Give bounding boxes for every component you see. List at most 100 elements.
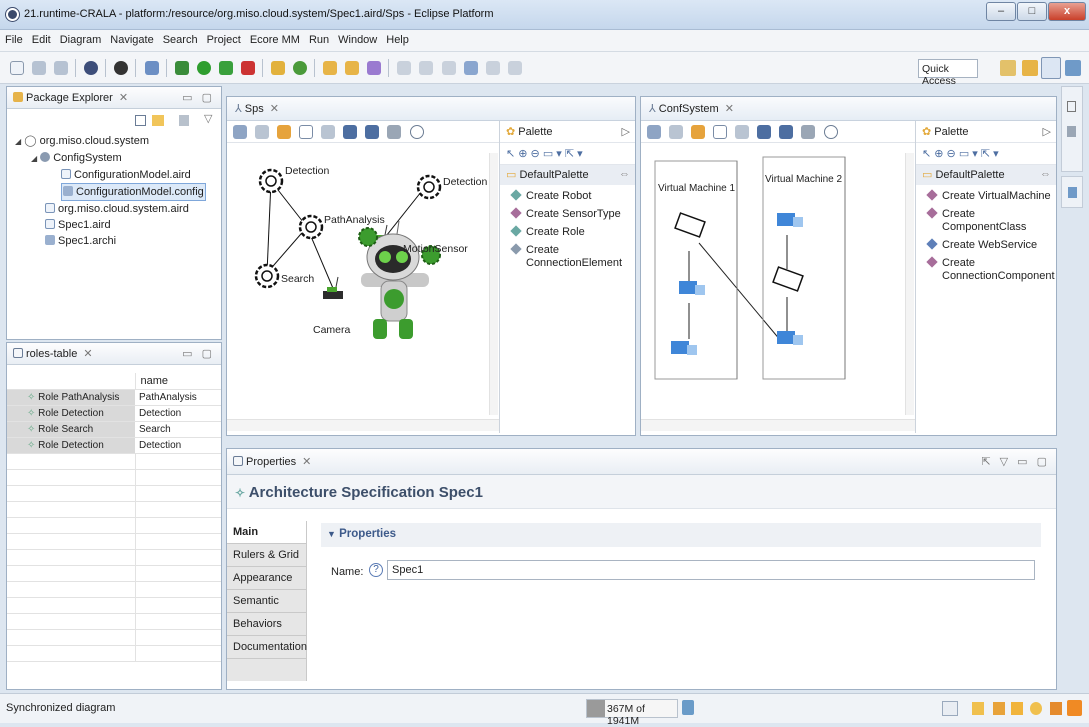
palette-item-create-sensortype[interactable]: Create SensorType <box>500 203 635 221</box>
open-resource-icon[interactable] <box>345 61 360 75</box>
tasks-icon[interactable] <box>1011 702 1023 715</box>
palette-item-create-robot[interactable]: Create Robot <box>500 185 635 203</box>
tree-item-configurationmodel-aird[interactable]: ConfigurationModel.aird <box>15 167 221 183</box>
collapse-all-icon[interactable] <box>135 115 146 126</box>
minimized-view-icon[interactable] <box>1068 187 1077 198</box>
palette-item-create-connectionelement[interactable]: Create ConnectionElement <box>500 239 635 270</box>
tree-item-spec1-aird[interactable]: Spec1.aird <box>15 217 221 233</box>
palette-tool-icons[interactable]: ↖ ⊕ ⊖ ▭ ▾ ⇱ ▾ <box>506 147 583 160</box>
filter-icon[interactable] <box>321 125 336 139</box>
palette-item-create-virtualmachine[interactable]: Create VirtualMachine <box>916 185 1056 203</box>
prev-annotation-icon[interactable] <box>419 61 434 75</box>
palette-item-create-role[interactable]: Create Role <box>500 221 635 239</box>
properties-section-header[interactable]: ▼ Properties <box>321 523 1041 547</box>
close-icon[interactable]: ✕ <box>119 92 128 104</box>
close-icon[interactable]: ✕ <box>725 103 734 115</box>
help-icon[interactable]: ? <box>369 563 383 577</box>
close-icon[interactable]: ✕ <box>270 103 279 115</box>
refresh-icon[interactable] <box>277 125 292 139</box>
pin-icon[interactable]: ⇔ <box>1040 168 1051 180</box>
webservice-icon[interactable] <box>671 341 697 355</box>
quick-access-input[interactable]: Quick Access <box>918 59 978 87</box>
gear-icon[interactable] <box>298 214 324 240</box>
tab-rulers-grid[interactable]: Rulers & Grid <box>227 544 306 567</box>
minimize-button[interactable]: – <box>986 2 1016 21</box>
palette-header[interactable]: ✿ Palette ▷ <box>500 121 635 143</box>
view-menu-icons[interactable]: ⇱ ▽ ▭ ▢ <box>981 455 1050 468</box>
vertical-scrollbar[interactable] <box>905 153 914 415</box>
package-explorer-tab[interactable]: Package Explorer ✕ ▭ ▢ <box>7 87 221 109</box>
name-input[interactable]: Spec1 <box>387 560 1035 580</box>
webservice-icon[interactable] <box>777 213 803 227</box>
palette-tool-icons[interactable]: ↖ ⊕ ⊖ ▭ ▾ ⇱ ▾ <box>922 147 999 160</box>
tree-item-configurationmodel-config[interactable]: ConfigurationModel.config <box>15 183 221 201</box>
error-log-icon[interactable] <box>1050 702 1062 715</box>
tab-main[interactable]: Main <box>227 521 306 544</box>
menu-navigate[interactable]: Navigate <box>105 30 157 46</box>
close-icon[interactable]: ✕ <box>83 348 92 360</box>
arrange-icon[interactable] <box>647 125 661 139</box>
menu-project[interactable]: Project <box>202 30 245 46</box>
palette-group[interactable]: ▭ DefaultPalette ⇔ <box>916 165 1056 185</box>
tab-appearance[interactable]: Appearance <box>227 567 306 590</box>
export-icon[interactable] <box>343 125 358 139</box>
webservice-icon[interactable] <box>777 331 803 345</box>
table-row[interactable]: ✧ Role Detection Detection <box>7 437 221 454</box>
restore-icon[interactable] <box>1067 101 1076 112</box>
maximize-button[interactable]: □ <box>1017 2 1047 21</box>
run-icon[interactable] <box>196 61 211 75</box>
menu-help[interactable]: Help <box>381 30 413 46</box>
vertical-scrollbar[interactable] <box>489 153 498 415</box>
webservice-icon[interactable] <box>679 281 705 295</box>
expand-arrow-icon[interactable]: ◢ <box>31 154 37 163</box>
garbage-collect-icon[interactable] <box>682 700 694 715</box>
select-icon[interactable] <box>669 125 684 139</box>
gear-icon[interactable] <box>258 168 284 194</box>
skip-breakpoints-icon[interactable] <box>144 61 159 75</box>
pin-icon[interactable] <box>779 125 794 139</box>
table-row[interactable]: ✧ Role Search Search <box>7 421 221 438</box>
gear-icon[interactable] <box>254 263 280 289</box>
component-chip-icon[interactable] <box>772 266 804 292</box>
save-icon[interactable] <box>32 61 47 75</box>
select-icon[interactable] <box>255 125 270 139</box>
properties-tab[interactable]: Properties ✕ ⇱ ▽ ▭ ▢ <box>227 449 1056 475</box>
vm-container-2[interactable] <box>762 156 846 380</box>
heap-status[interactable]: 367M of 1941M <box>586 699 678 727</box>
link-editor-icon[interactable] <box>152 115 164 126</box>
search-icon[interactable] <box>367 61 382 75</box>
menu-edit[interactable]: Edit <box>27 30 55 46</box>
menu-run[interactable]: Run <box>304 30 333 46</box>
robot-icon[interactable] <box>358 220 441 339</box>
collapse-palette-icon[interactable]: ▷ <box>622 125 630 138</box>
perspective-icon[interactable] <box>84 61 99 75</box>
outline-icon[interactable] <box>1067 126 1076 137</box>
copy-format-icon[interactable] <box>387 125 402 139</box>
tree-item-project[interactable]: ◢ ◯ org.miso.cloud.system <box>15 133 221 150</box>
back-icon[interactable] <box>463 61 478 75</box>
next-annotation-icon[interactable] <box>397 61 412 75</box>
confsystem-editor-tab[interactable]: ⅄ ConfSystem ✕ <box>641 97 1056 121</box>
problems-icon[interactable] <box>993 702 1005 715</box>
palette-group[interactable]: ▭ DefaultPalette ⇔ <box>500 165 635 185</box>
collapse-arrow-icon[interactable]: ▼ <box>327 529 336 539</box>
forward-icon[interactable] <box>485 61 500 75</box>
layer-icon[interactable] <box>299 125 314 139</box>
palette-item-create-webservice[interactable]: Create WebService <box>916 234 1056 252</box>
filter-icon[interactable] <box>735 125 750 139</box>
camera-sensor-icon[interactable] <box>323 276 343 299</box>
table-row[interactable]: ✧ Role PathAnalysis PathAnalysis <box>7 389 221 406</box>
collapse-palette-icon[interactable]: ▷ <box>1043 125 1051 138</box>
horizontal-scrollbar[interactable] <box>641 419 915 431</box>
refresh-icon[interactable] <box>691 125 706 139</box>
roles-table-tab[interactable]: roles-table ✕ ▭ ▢ <box>7 343 221 365</box>
close-button[interactable]: x <box>1048 2 1086 21</box>
debug-icon[interactable] <box>174 61 189 75</box>
modeling-perspective-icon[interactable] <box>1065 60 1081 76</box>
pin-icon[interactable] <box>365 125 380 139</box>
open-type-icon[interactable] <box>323 61 338 75</box>
tab-behaviors[interactable]: Behaviors <box>227 613 306 636</box>
close-icon[interactable]: ✕ <box>302 456 311 468</box>
new-class-icon[interactable] <box>293 61 307 75</box>
column-header-name[interactable]: name <box>135 373 221 390</box>
